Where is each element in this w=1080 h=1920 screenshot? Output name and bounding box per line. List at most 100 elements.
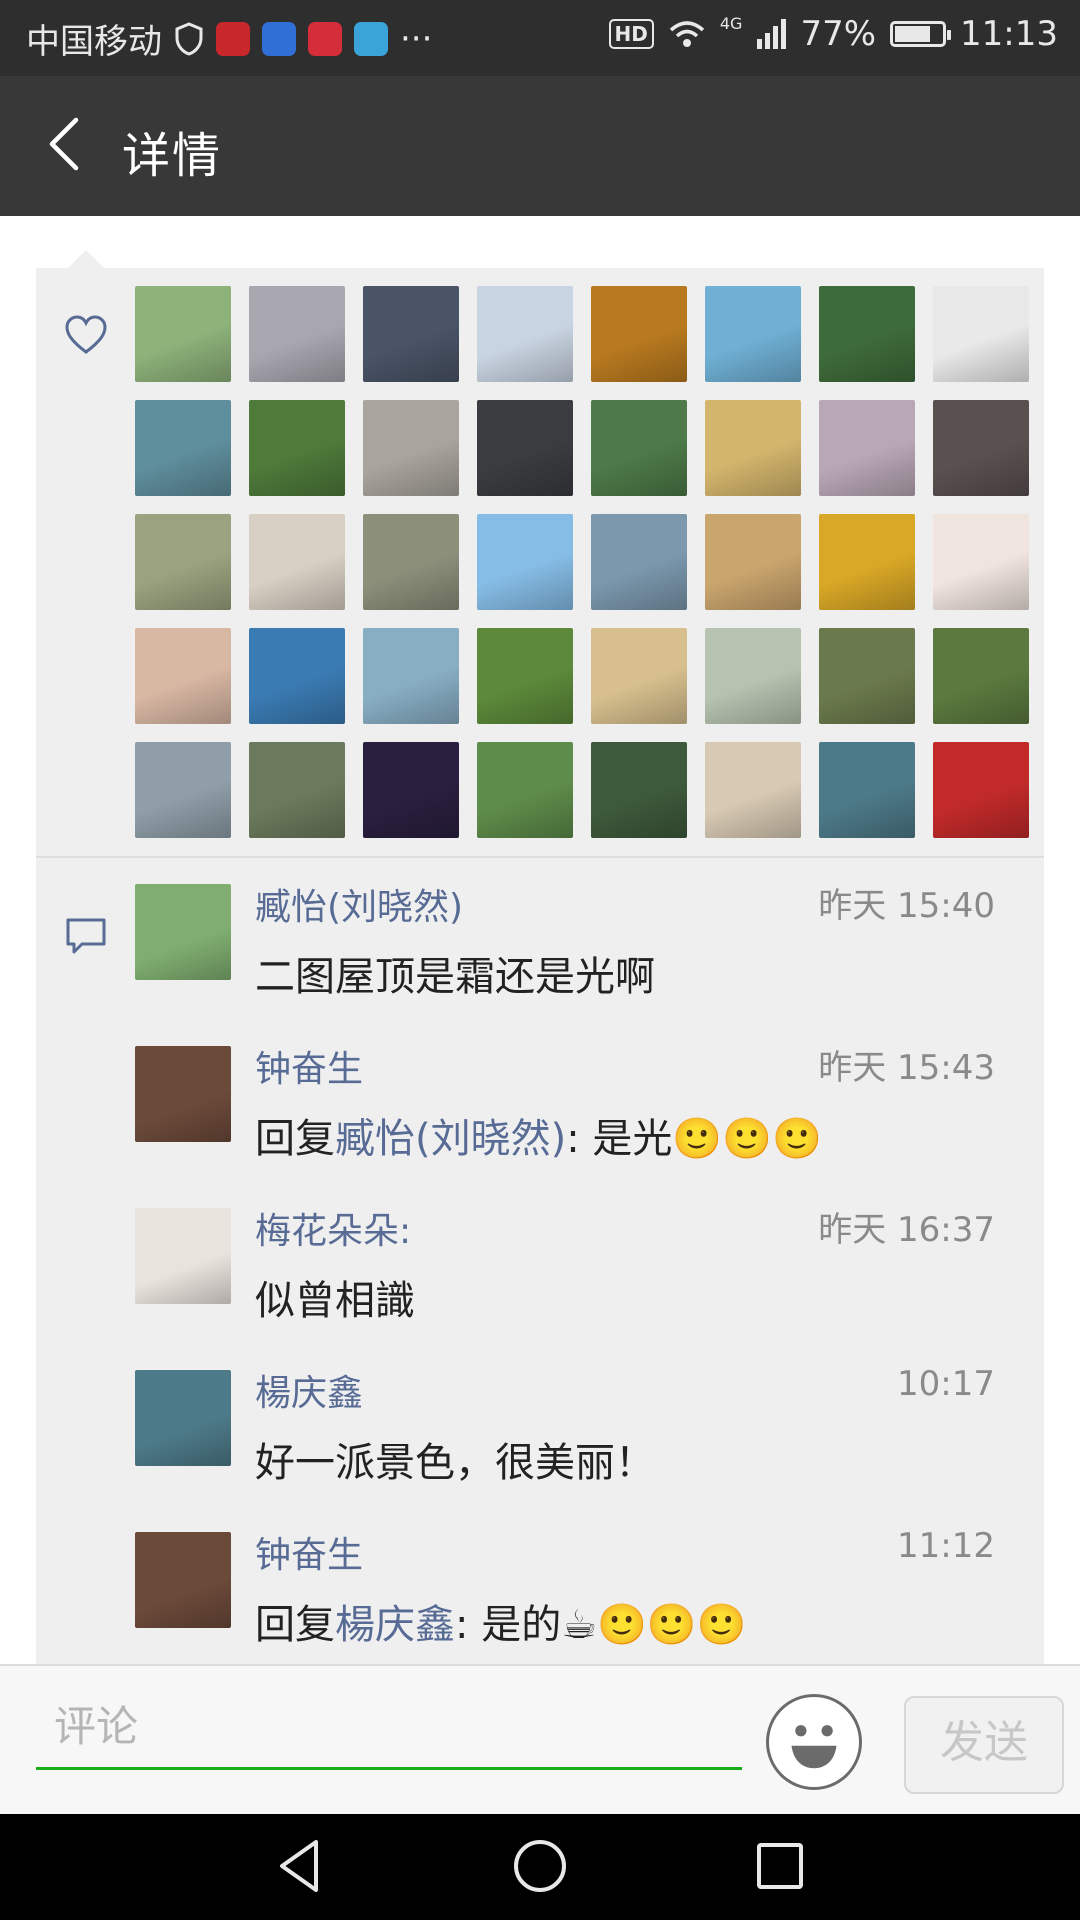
liker-avatar[interactable] (135, 400, 231, 496)
reply-body: : 是的 (455, 1602, 562, 1648)
liker-avatar[interactable] (249, 514, 345, 610)
liker-avatar[interactable] (705, 742, 801, 838)
liker-avatar[interactable] (591, 742, 687, 838)
liker-avatar[interactable] (705, 514, 801, 610)
liker-avatar[interactable] (363, 514, 459, 610)
nav-home-icon[interactable] (510, 1836, 570, 1896)
commenter-name[interactable]: 楊庆鑫 (255, 1364, 363, 1416)
liker-avatar[interactable] (135, 286, 231, 382)
send-button[interactable]: 发送 (904, 1696, 1064, 1794)
liker-avatar[interactable] (363, 742, 459, 838)
heart-icon (65, 315, 107, 354)
liker-avatar[interactable] (477, 628, 573, 724)
baidu-icon (262, 21, 296, 56)
shield-icon (175, 21, 203, 56)
liker-avatar[interactable] (819, 628, 915, 724)
comment-item[interactable]: 梅花朵朵: 昨天 16:37 似曾相識 (135, 1182, 995, 1332)
navigation-bar (0, 1814, 1080, 1920)
liker-avatar[interactable] (705, 286, 801, 382)
commenter-name[interactable]: 钟奋生 (255, 1040, 363, 1092)
liker-avatar[interactable] (477, 742, 573, 838)
liker-avatar[interactable] (477, 286, 573, 382)
status-left: 中国移动 ··· (26, 14, 432, 63)
hd-badge: HD (608, 19, 654, 49)
commenter-name[interactable]: 梅花朵朵: (255, 1202, 411, 1254)
reply-body: : 是光 (566, 1116, 673, 1162)
liker-avatar[interactable] (135, 514, 231, 610)
comment-item[interactable]: 钟奋生 11:12 回复楊庆鑫: 是的☕🙂🙂🙂 (135, 1506, 995, 1656)
panel-caret (68, 250, 104, 268)
comment-time: 昨天 16:37 (818, 1210, 995, 1250)
commenter-avatar[interactable] (135, 1208, 231, 1304)
comment-time: 昨天 15:43 (818, 1048, 995, 1088)
status-bar: 中国移动 ··· HD 4G 77% 11:13 (0, 0, 1080, 76)
like-avatar-grid (135, 286, 1029, 838)
liker-avatar[interactable] (933, 514, 1029, 610)
liker-avatar[interactable] (363, 628, 459, 724)
commenter-name[interactable]: 臧怡(刘晓然) (255, 878, 463, 930)
liker-avatar[interactable] (705, 628, 801, 724)
emoji-button[interactable] (766, 1694, 862, 1790)
liker-avatar[interactable] (819, 514, 915, 610)
emoji-sequence: 🙂🙂🙂 (672, 1116, 822, 1162)
liker-avatar[interactable] (591, 400, 687, 496)
liker-avatar[interactable] (249, 400, 345, 496)
reply-prefix: 回复 (255, 1602, 335, 1648)
comment-text: 回复楊庆鑫: 是的☕🙂🙂🙂 (255, 1592, 746, 1650)
comment-item[interactable]: 钟奋生 昨天 15:43 回复臧怡(刘晓然): 是光🙂🙂🙂 (135, 1020, 995, 1170)
comment-input[interactable] (36, 1686, 742, 1770)
liker-avatar[interactable] (591, 286, 687, 382)
liker-avatar[interactable] (249, 742, 345, 838)
commenter-avatar[interactable] (135, 1046, 231, 1142)
title-bar: 详情 (0, 76, 1080, 216)
reply-target[interactable]: 臧怡(刘晓然) (335, 1116, 566, 1162)
liker-avatar[interactable] (363, 400, 459, 496)
liker-avatar[interactable] (933, 742, 1029, 838)
liker-avatar[interactable] (819, 286, 915, 382)
liker-avatar[interactable] (135, 628, 231, 724)
liker-avatar[interactable] (591, 628, 687, 724)
liker-avatar[interactable] (249, 286, 345, 382)
commenter-avatar[interactable] (135, 1370, 231, 1466)
battery-percent: 77% (800, 14, 877, 54)
liker-avatar[interactable] (135, 742, 231, 838)
comment-text: 二图屋顶是霜还是光啊 (255, 954, 655, 1000)
liker-avatar[interactable] (819, 400, 915, 496)
nav-back-icon[interactable] (270, 1836, 330, 1896)
comment-time: 11:12 (897, 1526, 995, 1566)
nav-recents-icon[interactable] (750, 1836, 810, 1896)
liker-avatar[interactable] (933, 628, 1029, 724)
comment-bubble-icon (66, 918, 106, 954)
emoji-sequence: ☕🙂🙂🙂 (561, 1602, 747, 1648)
status-right: HD 4G 77% 11:13 (608, 14, 1058, 54)
commenter-name[interactable]: 钟奋生 (255, 1526, 363, 1578)
liker-avatar[interactable] (249, 628, 345, 724)
signal-icon (757, 19, 787, 49)
commenter-avatar[interactable] (135, 1532, 231, 1628)
likes-section (36, 268, 1044, 856)
commenter-avatar[interactable] (135, 884, 231, 980)
comment-text: 好一派景色，很美丽！ (255, 1440, 655, 1486)
liker-avatar[interactable] (705, 400, 801, 496)
telegram-icon (354, 21, 388, 56)
comment-item[interactable]: 臧怡(刘晓然) 昨天 15:40 二图屋顶是霜还是光啊 (135, 858, 995, 1008)
comment-item[interactable]: 楊庆鑫 10:17 好一派景色，很美丽！ (135, 1344, 995, 1494)
liker-avatar[interactable] (477, 514, 573, 610)
carrier-label: 中国移动 (26, 22, 162, 62)
comment-text: 回复臧怡(刘晓然): 是光🙂🙂🙂 (255, 1106, 822, 1164)
liker-avatar[interactable] (477, 400, 573, 496)
liker-avatar[interactable] (819, 742, 915, 838)
liker-avatar[interactable] (591, 514, 687, 610)
liker-avatar[interactable] (363, 286, 459, 382)
reply-target[interactable]: 楊庆鑫 (335, 1602, 455, 1648)
detail-panel: 臧怡(刘晓然) 昨天 15:40 二图屋顶是霜还是光啊 钟奋生 昨天 15:43… (36, 268, 1044, 1664)
liker-avatar[interactable] (933, 286, 1029, 382)
more-notifications: ··· (400, 18, 433, 59)
wifi-icon (669, 21, 705, 47)
reply-prefix: 回复 (255, 1116, 335, 1162)
back-arrow-icon[interactable] (38, 114, 98, 174)
liker-avatar[interactable] (933, 400, 1029, 496)
mail-app-icon (216, 21, 250, 56)
clock: 11:13 (960, 14, 1058, 54)
comment-input-bar: 发送 (0, 1664, 1080, 1816)
